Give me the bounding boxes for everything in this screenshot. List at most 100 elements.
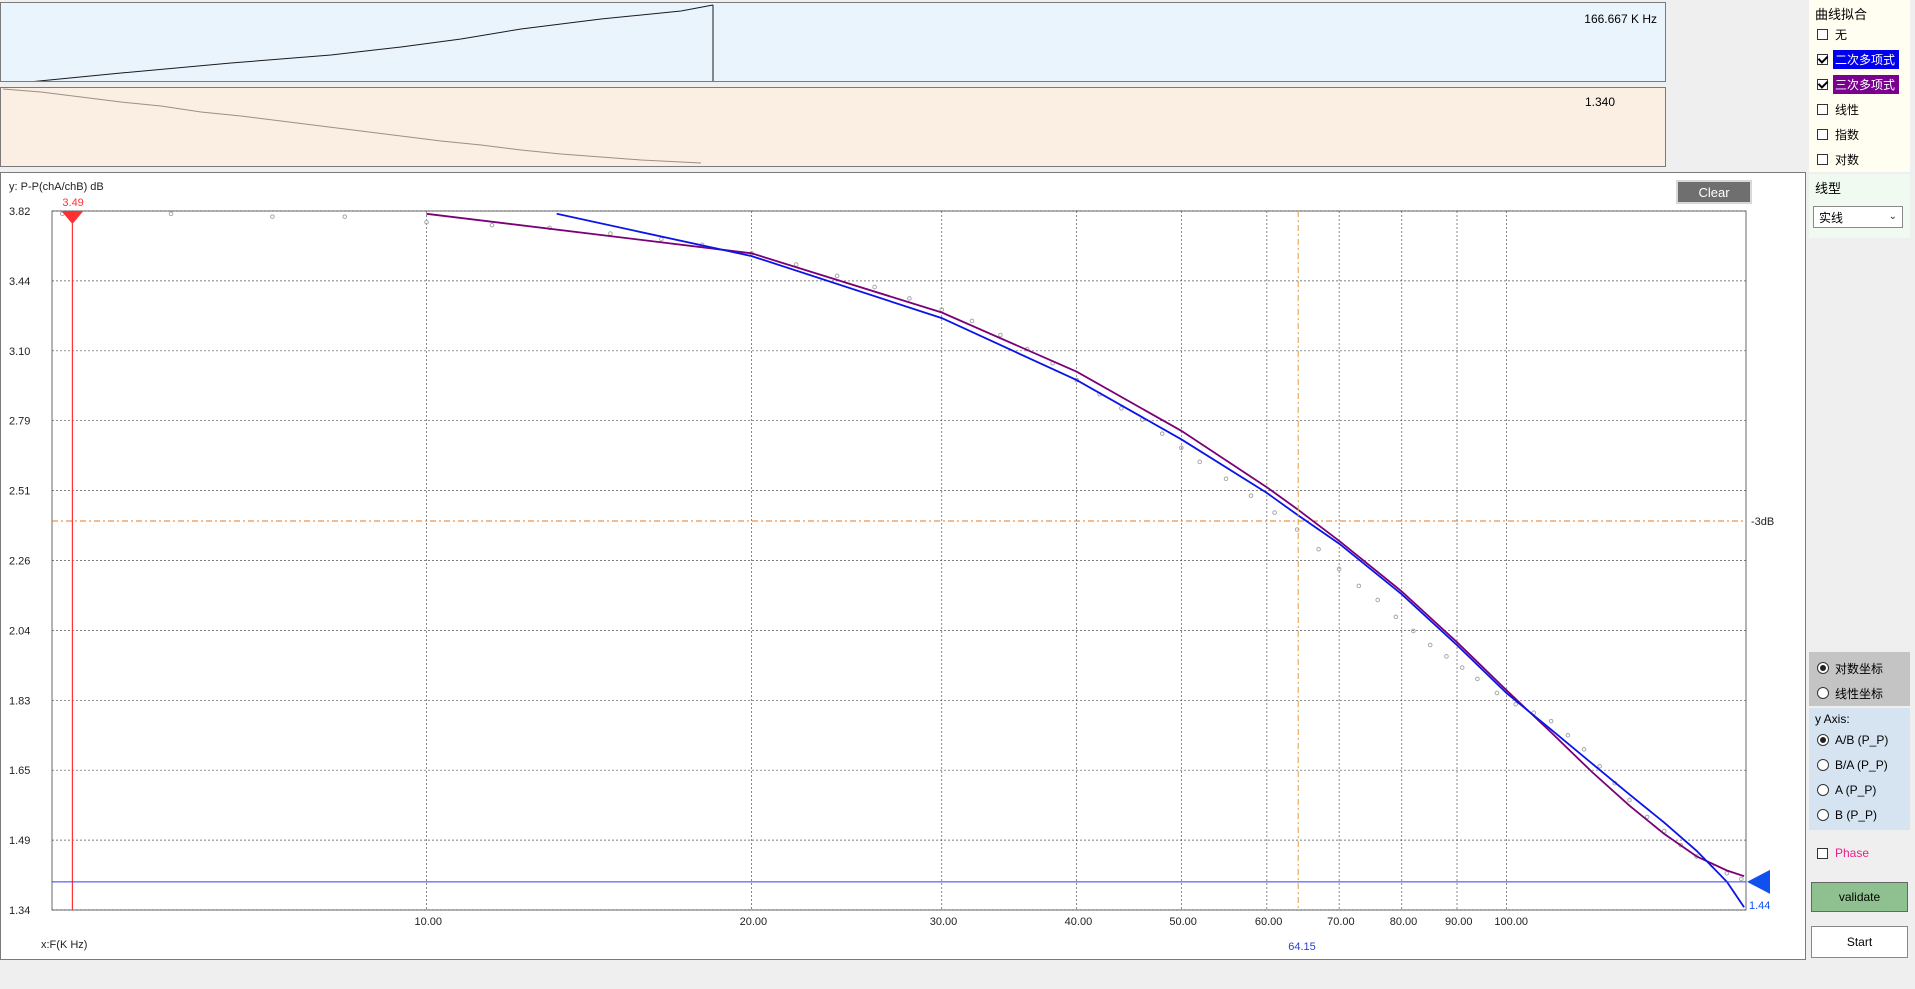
start-button[interactable]: Start [1811,926,1908,958]
curve-fit-option-0[interactable]: 无 [1817,24,1851,44]
axis-scale-label-1: 线性坐标 [1835,686,1884,701]
axis-scale-radio-0[interactable] [1817,662,1829,674]
axis-scale-radio-1[interactable] [1817,687,1829,699]
frequency-response-chart[interactable]: 3.82 3.44 3.10 2.79 2.51 2.26 2.04 1.83 1.65 1.49… [0,172,1806,960]
line-type-select[interactable]: 实线 ⌄ [1813,206,1903,228]
marker-y-label: 1.44 [1749,900,1770,912]
validate-button[interactable]: validate [1811,882,1908,912]
curve-fit-checkbox-0[interactable] [1817,28,1828,40]
ratio-strip: 1.340 [0,87,1666,167]
data-point [342,214,348,219]
line-type-title: 线型 [1815,181,1842,196]
data-point [1444,654,1449,659]
x-tick-label: 20.00 [740,916,768,928]
y-axis-option-0[interactable]: A/B (P_P) [1817,730,1888,750]
x-tick-label: 50.00 [1169,916,1197,928]
y-axis-radio-1[interactable] [1817,759,1829,771]
data-point [1223,476,1229,482]
data-point [489,222,495,228]
chart-canvas[interactable]: 3.82 3.44 3.10 2.79 2.51 2.26 2.04 1.83 1.65 1.49… [1,173,1805,959]
data-point [608,231,613,236]
data-point [1494,690,1500,696]
x-tick-label: 80.00 [1390,916,1418,928]
data-point [1627,797,1632,803]
data-point [1475,676,1480,682]
curve-fit-checkbox-4[interactable] [1817,128,1828,140]
y-axis-option-1[interactable]: B/A (P_P) [1817,755,1888,775]
x-tick-label: 100.00 [1494,916,1528,928]
data-point [1411,628,1416,634]
phase-checkbox[interactable]: Phase [1817,843,1873,863]
data-point [1427,642,1433,648]
marker-x-label: 64.15 [1288,941,1316,953]
y-axis-label-1: B/A (P_P) [1835,758,1888,772]
data-point [1581,747,1587,752]
data-point [907,296,912,301]
data-point [872,284,877,290]
y-tick-label: 3.82 [9,206,30,218]
y-axis-radio-3[interactable] [1817,809,1829,821]
curve-fit-option-1[interactable]: 二次多项式 [1817,49,1900,69]
x-tick-label: 60.00 [1255,916,1283,928]
data-point [1513,701,1519,707]
y-tick-label: 1.34 [9,905,30,917]
data-point [1393,614,1399,620]
data-point [168,211,174,217]
curve-fit-checkbox-3[interactable] [1817,103,1828,115]
y-tick-label: 2.26 [9,556,30,568]
data-point [1159,431,1165,436]
y-tick-label: 2.79 [9,416,30,428]
reference-3db-label: -3dB [1751,516,1774,528]
curve-fit-checkbox-2[interactable] [1817,78,1828,90]
data-point [1565,732,1571,738]
y-axis-label-2: A (P_P) [1835,783,1877,797]
y-axis-radio-2[interactable] [1817,784,1829,796]
y-axis-label-0: A/B (P_P) [1835,733,1889,747]
cubic-fit-curve [426,212,1745,878]
curve-fit-label-1: 二次多项式 [1833,49,1900,69]
data-point [1272,510,1277,515]
data-point [1597,763,1602,769]
curve-fit-checkbox-1[interactable] [1817,53,1828,65]
frequency-readout: 166.667 K Hz [1584,12,1657,26]
curve-fit-label-4: 指数 [1835,127,1860,142]
y-tick-label: 2.04 [9,625,30,637]
clear-button[interactable]: Clear [1676,180,1752,204]
curve-fit-option-3[interactable]: 线性 [1817,99,1863,119]
y-axis-radio-0[interactable] [1817,734,1829,746]
frequency-sweep-trace [34,4,714,81]
data-point [1459,665,1465,670]
frequency-strip: 166.667 K Hz [0,2,1666,82]
data-point [998,332,1003,338]
curve-fit-label-3: 线性 [1835,102,1860,117]
line-type-value: 实线 [1819,210,1844,225]
curve-fit-option-4[interactable]: 指数 [1817,124,1863,144]
phase-checkbox-box[interactable] [1817,847,1828,859]
data-point [1738,876,1744,882]
chevron-down-icon: ⌄ [1888,211,1897,222]
data-point [793,262,799,267]
curve-fit-option-2[interactable]: 三次多项式 [1817,74,1900,94]
x-tick-label: 40.00 [1065,916,1093,928]
y-axis-label-3: B (P_P) [1835,808,1878,822]
axis-scale-option-0[interactable]: 对数坐标 [1817,658,1883,678]
curve-fit-title: 曲线拟合 [1815,7,1868,22]
data-point [659,236,664,242]
data-point [1375,597,1381,603]
y-axis-option-2[interactable]: A (P_P) [1817,780,1876,800]
curve-fit-checkbox-5[interactable] [1817,153,1828,165]
y-tick-label: 3.10 [9,346,30,358]
y-tick-label: 2.51 [9,486,30,498]
cursor-handle [61,211,84,224]
y-tick-label: 1.65 [9,765,30,777]
data-point [1724,871,1730,876]
curve-fit-option-5[interactable]: 对数 [1817,149,1863,169]
curve-fit-panel: 曲线拟合 无二次多项式三次多项式线性指数对数 [1809,0,1910,172]
axis-scale-option-1[interactable]: 线性坐标 [1817,683,1883,703]
data-point [834,273,840,279]
ratio-trace [2,88,702,164]
y-axis-option-3[interactable]: B (P_P) [1817,805,1877,825]
axis-scale-label-0: 对数坐标 [1835,661,1884,676]
data-point [969,318,975,324]
y-tick-label: 1.83 [9,695,30,707]
